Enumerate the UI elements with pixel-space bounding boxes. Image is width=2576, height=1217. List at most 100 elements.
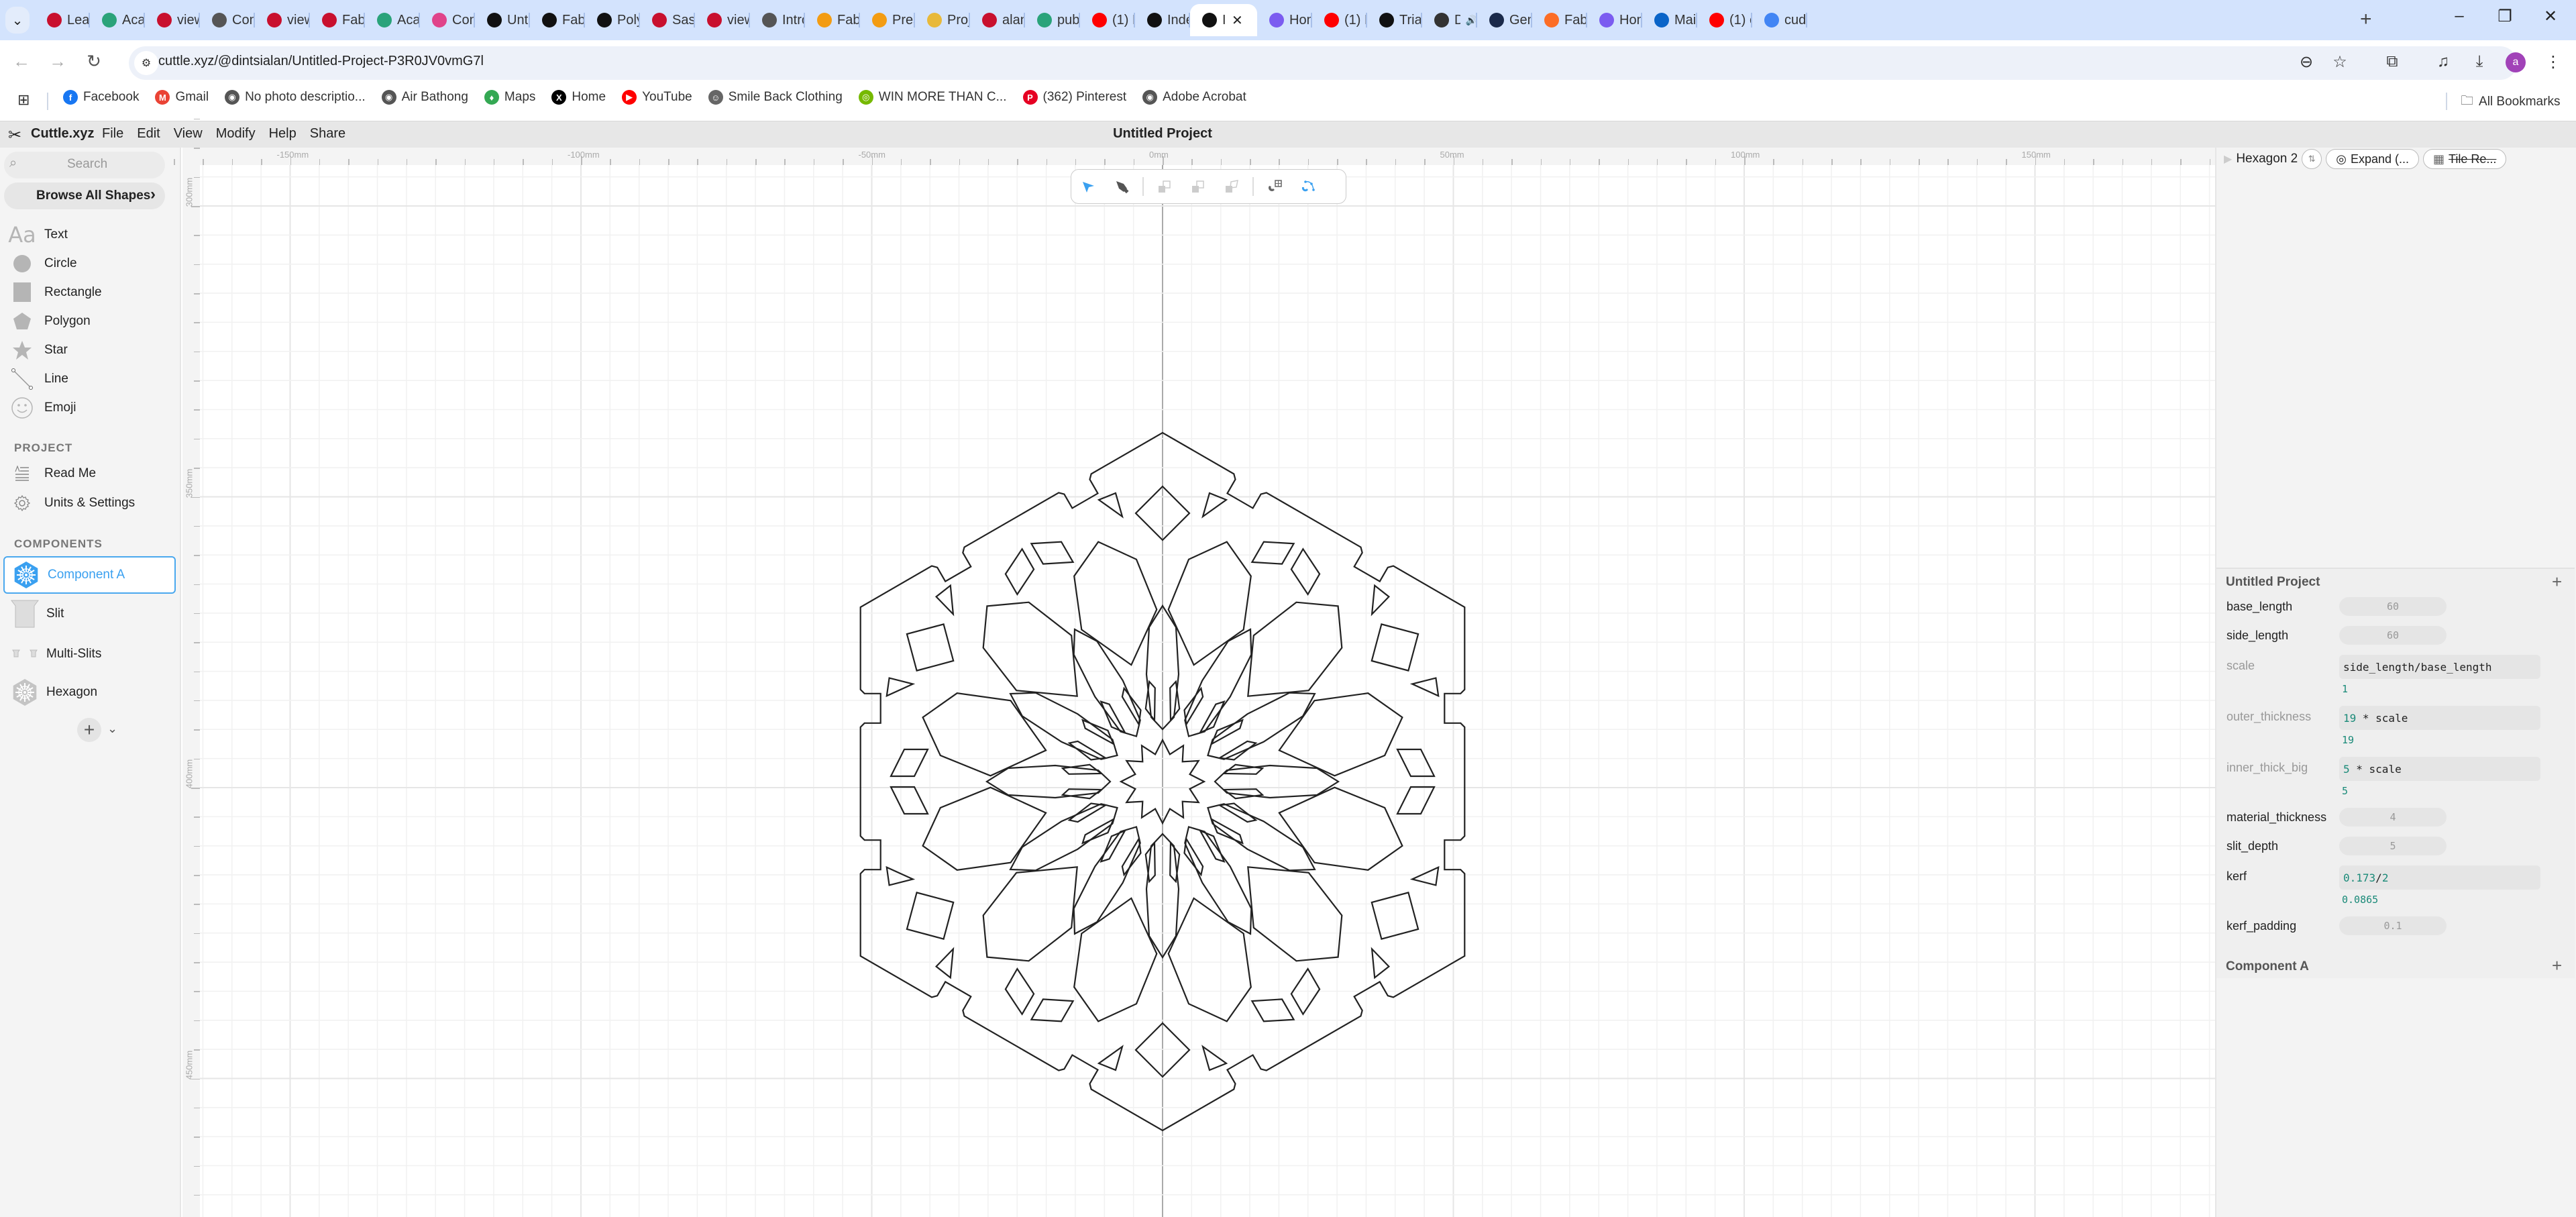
apps-grid-icon[interactable]: ⊞ [17,91,30,109]
triangle-cutout[interactable] [885,677,916,698]
media-control-icon[interactable]: ♫ [2431,52,2455,71]
sliver-cutout[interactable] [1210,719,1244,746]
petal-cutout[interactable] [985,764,1112,799]
project-item-units-settings[interactable]: Units & Settings [0,490,181,517]
modifier-expand[interactable]: ◎ Expand (... [2326,149,2419,169]
all-bookmarks-button[interactable]: 🗀 All Bookmarks [2461,91,2560,113]
browser-tab[interactable]: alan- [970,4,1025,36]
browser-tab[interactable]: Gene [1477,4,1532,36]
component-hexagon[interactable]: Hexagon [3,674,176,711]
ring-cell-cutout[interactable] [1247,866,1343,962]
browser-tab[interactable]: cudo [1752,4,1807,36]
sliver-cutout[interactable] [1061,763,1104,775]
browser-tab[interactable]: (1) F [1312,4,1367,36]
bookmark-item[interactable]: M Gmail [155,90,209,105]
browser-tab[interactable]: Com [420,4,475,36]
rotate-transform-button[interactable] [1148,173,1181,200]
edge-cutout[interactable] [1030,998,1075,1022]
triangle-cutout[interactable] [934,584,955,617]
shape-rectangle[interactable]: Rectangle [0,279,181,306]
modifier-tile[interactable]: ▦ Tile Re... [2422,149,2507,169]
triangle-cutout[interactable] [1097,1045,1124,1071]
sliver-cutout[interactable] [1217,802,1258,823]
sliver-cutout[interactable] [1144,680,1156,723]
browser-tab[interactable]: Fab A [310,4,365,36]
edge-cutout[interactable] [890,748,929,778]
triangle-cutout[interactable] [934,947,955,980]
skew-transform-button[interactable] [1215,173,1248,200]
transform-toggle-button[interactable]: ⇅ [2302,149,2322,169]
component-slit[interactable]: Slit [3,595,176,633]
shape-star[interactable]: Star [0,337,181,364]
speaker-icon[interactable]: 🔊 [1466,15,1477,26]
param-scale-expression[interactable]: side_length/base_length [2339,655,2540,679]
menu-help[interactable]: Help [269,126,297,142]
close-tab-icon[interactable]: ✕ [1232,12,1243,29]
bookmark-item[interactable]: f Facebook [63,90,139,105]
bookmark-item[interactable]: ☺ Smile Back Clothing [708,90,843,105]
scale-transform-button[interactable] [1181,173,1215,200]
bookmark-item[interactable]: ◉ Air Bathong [381,90,468,105]
browser-tab[interactable]: view [145,4,200,36]
snap-to-grid-button[interactable] [1258,173,1291,200]
expand-triangle-icon[interactable]: ▶ [2224,152,2232,166]
back-button[interactable]: ← [9,51,34,72]
sliver-cutout[interactable] [1061,788,1104,800]
sliver-cutout[interactable] [1183,836,1204,877]
edge-cutout[interactable] [890,786,929,815]
browser-tab[interactable]: view [255,4,310,36]
param-material_thickness-input[interactable]: 4 [2339,808,2447,827]
edge-cutout[interactable] [1250,998,1295,1022]
shape-emoji[interactable]: Emoji [0,394,181,421]
zoom-icon[interactable]: ⊖ [2294,52,2318,72]
select-tool-button[interactable] [1071,173,1105,200]
browser-tab[interactable]: Untit [475,4,530,36]
param-base_length-input[interactable]: 60 [2339,597,2447,616]
menu-share[interactable]: Share [310,126,345,142]
browser-tab[interactable]: view [695,4,750,36]
sliver-cutout[interactable] [1121,686,1142,727]
bookmark-item[interactable]: X Home [551,90,606,105]
bookmark-star-icon[interactable]: ☆ [2328,52,2352,72]
param-outer_thickness-expression[interactable]: 19 * scale [2339,706,2540,730]
browser-tab[interactable]: Saski [640,4,695,36]
url-text[interactable]: cuttle.xyz/@dintsialan/Untitled-Project-… [158,54,484,69]
edge-cutout[interactable] [1030,541,1075,565]
browser-tab[interactable]: (1) c [1697,4,1752,36]
extensions-icon[interactable]: ⧉ [2380,52,2404,71]
sliver-cutout[interactable] [1169,680,1181,723]
browser-tab[interactable]: Fab A [805,4,860,36]
reload-button[interactable]: ↻ [82,51,106,72]
bookmark-item[interactable]: P (362) Pinterest [1022,90,1126,105]
sliver-cutout[interactable] [1081,817,1116,845]
add-parameter-button[interactable]: + [2552,572,2562,592]
param-inner_thick_big-expression[interactable]: 5 * scale [2339,757,2540,781]
edge-cutout[interactable] [1290,547,1321,596]
browse-all-shapes-button[interactable]: Browse All Shapes › [4,182,165,209]
sliver-cutout[interactable] [1144,841,1156,884]
browser-tab[interactable]: Press [860,4,915,36]
address-bar[interactable] [129,46,2517,80]
new-tab-button[interactable]: + [2360,8,2372,31]
ring-cell-cutout[interactable] [922,692,1047,777]
browser-tab[interactable]: D 🔊 [1422,4,1477,36]
site-info-icon[interactable]: ⚙ [134,51,158,75]
minimize-button[interactable]: – [2446,7,2473,25]
edge-cutout[interactable] [1250,541,1295,565]
petal-cutout[interactable] [1214,764,1340,799]
browser-tab[interactable]: Acad [365,4,420,36]
param-kerf_padding-input[interactable]: 0.1 [2339,916,2447,935]
triangle-cutout[interactable] [885,865,916,886]
triangle-cutout[interactable] [1371,947,1391,980]
sliver-cutout[interactable] [1121,836,1142,877]
browser-tab[interactable]: I ✕ [1190,4,1257,36]
ring-cell-cutout[interactable] [1073,541,1158,666]
shape-circle[interactable]: Circle [0,250,181,277]
browser-tab[interactable]: Polyg [585,4,640,36]
triangle-cutout[interactable] [1201,1045,1228,1071]
snap-to-geometry-button[interactable] [1291,173,1325,200]
browser-tab[interactable]: Learn [35,4,90,36]
canvas-drawing[interactable] [182,148,2215,1217]
ring-cell-cutout[interactable] [1278,786,1403,871]
browser-tab[interactable]: Mail [1642,4,1697,36]
